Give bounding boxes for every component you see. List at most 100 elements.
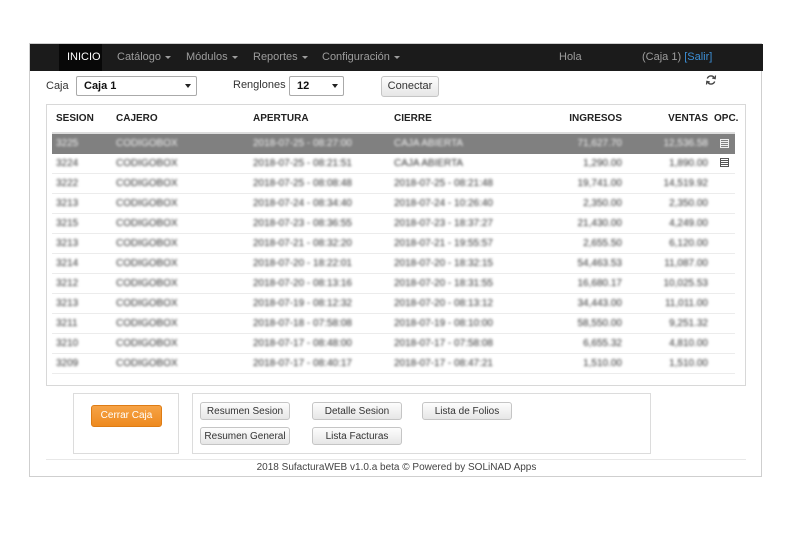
close-register-box: Cerrar Caja <box>73 393 179 454</box>
row-cajero-text: CODIGOBOX <box>116 217 178 229</box>
row-cierre: 2018-07-24 - 10:26:40 <box>390 193 528 214</box>
row-cierre: 2018-07-17 - 08:47:21 <box>390 353 528 374</box>
row-ingresos-text: 19,741.00 <box>577 177 623 189</box>
lista-folios-button[interactable]: Lista de Folios <box>422 402 512 420</box>
close-register-button[interactable]: Cerrar Caja <box>91 405 162 427</box>
row-cierre: 2018-07-20 - 08:13:12 <box>390 293 528 314</box>
row-ventas-text: 2,350.00 <box>669 197 708 209</box>
row-ingresos: 16,680.17 <box>528 273 628 294</box>
nav-configuracion[interactable]: Configuración <box>322 44 400 71</box>
row-sesion: 3222 <box>52 173 112 194</box>
row-sesion: 3215 <box>52 213 112 234</box>
row-apertura-text: 2018-07-18 - 07:58:08 <box>253 317 352 329</box>
caja-select[interactable]: Caja 1 <box>76 76 197 96</box>
row-ingresos-text: 1,510.00 <box>583 357 622 369</box>
row-sesion-text: 3212 <box>56 277 79 289</box>
row-apertura-text: 2018-07-25 - 08:27:00 <box>253 137 352 149</box>
table-row[interactable]: 3222 CODIGOBOX 2018-07-25 - 08:08:48 2018-0… <box>52 173 735 194</box>
nav-catalogo-label: Catálogo <box>117 51 162 63</box>
table-row[interactable]: 3225 CODIGOBOX 2018-07-25 - 08:27:00 CAJA A… <box>52 133 735 154</box>
table-row[interactable]: 3209 CODIGOBOX 2018-07-17 - 08:40:17 2018-0… <box>52 353 735 374</box>
row-apertura: 2018-07-19 - 08:12:32 <box>249 293 390 314</box>
row-opc <box>714 133 735 154</box>
resumen-sesion-button[interactable]: Resumen Sesion <box>200 402 290 420</box>
row-sesion-text: 3214 <box>56 257 79 269</box>
row-cierre-text: 2018-07-25 - 08:21:48 <box>394 177 493 189</box>
header-apertura[interactable]: APERTURA <box>249 105 390 134</box>
row-ventas: 1,890.00 <box>628 153 714 174</box>
table-row[interactable]: 3212 CODIGOBOX 2018-07-20 - 08:13:16 2018-0… <box>52 273 735 294</box>
row-cierre-text: CAJA ABIERTA <box>394 157 464 169</box>
row-cierre-text: 2018-07-24 - 10:26:40 <box>394 197 493 209</box>
row-cierre-text: 2018-07-20 - 08:13:12 <box>394 297 493 309</box>
row-cierre: 2018-07-25 - 08:21:48 <box>390 173 528 194</box>
row-opc <box>714 213 735 234</box>
connect-button[interactable]: Conectar <box>381 76 439 97</box>
table-row[interactable]: 3215 CODIGOBOX 2018-07-23 - 08:36:55 2018-0… <box>52 213 735 234</box>
row-cajero: CODIGOBOX <box>112 213 249 234</box>
row-cierre: CAJA ABIERTA <box>390 133 528 154</box>
row-ingresos: 6,655.32 <box>528 333 628 354</box>
table-row[interactable]: 3210 CODIGOBOX 2018-07-17 - 08:48:00 2018-0… <box>52 333 735 354</box>
nav-catalogo[interactable]: Catálogo <box>117 44 172 71</box>
row-cajero-text: CODIGOBOX <box>116 177 178 189</box>
nav-configuracion-label: Configuración <box>322 51 390 63</box>
row-ventas-text: 11,011.00 <box>664 297 708 309</box>
row-ingresos-text: 54,463.53 <box>577 257 623 269</box>
renglones-select-value: 12 <box>297 80 310 92</box>
nav-reportes[interactable]: Reportes <box>253 44 308 71</box>
row-cajero: CODIGOBOX <box>112 153 249 174</box>
table-row[interactable]: 3213 CODIGOBOX 2018-07-24 - 08:34:40 2018-0… <box>52 193 735 214</box>
nav-modulos[interactable]: Módulos <box>186 44 238 71</box>
row-ventas: 4,810.00 <box>628 333 714 354</box>
header-ventas[interactable]: VENTAS <box>628 105 714 134</box>
reports-box: Resumen Sesion Detalle Sesion Lista de F… <box>192 393 651 454</box>
row-cajero: CODIGOBOX <box>112 313 249 334</box>
header-cajero[interactable]: CAJERO <box>112 105 249 134</box>
row-ingresos: 21,430.00 <box>528 213 628 234</box>
detalle-sesion-button[interactable]: Detalle Sesion <box>312 402 402 420</box>
row-cierre: 2018-07-19 - 08:10:00 <box>390 313 528 334</box>
row-ventas-text: 14,519.92 <box>663 177 709 189</box>
resumen-general-button[interactable]: Resumen General <box>200 427 290 445</box>
row-ventas: 2,350.00 <box>628 193 714 214</box>
row-apertura: 2018-07-17 - 08:40:17 <box>249 353 390 374</box>
renglones-label: Renglones <box>233 79 286 91</box>
sessions-table: SESION CAJERO APERTURA CIERRE INGRESOS V… <box>52 105 738 374</box>
row-ventas: 9,251.32 <box>628 313 714 334</box>
row-ingresos-text: 1,290.00 <box>583 157 622 169</box>
renglones-select[interactable]: 12 <box>289 76 344 96</box>
list-icon[interactable] <box>720 138 729 148</box>
table-row[interactable]: 3213 CODIGOBOX 2018-07-19 - 08:12:32 2018-0… <box>52 293 735 314</box>
row-apertura-text: 2018-07-19 - 08:12:32 <box>253 297 352 309</box>
row-sesion-text: 3210 <box>56 337 79 349</box>
refresh-icon[interactable] <box>705 74 717 86</box>
header-sesion[interactable]: SESION <box>52 105 112 134</box>
nav-inicio-label: INICIO <box>67 51 101 63</box>
sessions-table-panel: SESION CAJERO APERTURA CIERRE INGRESOS V… <box>46 104 746 386</box>
row-ingresos-text: 2,655.50 <box>583 237 622 249</box>
row-ingresos: 71,627.70 <box>528 133 628 154</box>
row-apertura-text: 2018-07-21 - 08:32:20 <box>253 237 352 249</box>
table-row[interactable]: 3211 CODIGOBOX 2018-07-18 - 07:58:08 2018-0… <box>52 313 735 334</box>
row-cajero: CODIGOBOX <box>112 333 249 354</box>
row-opc <box>714 253 735 274</box>
row-opc <box>714 333 735 354</box>
header-ingresos[interactable]: INGRESOS <box>528 105 628 134</box>
row-apertura-text: 2018-07-17 - 08:48:00 <box>253 337 352 349</box>
lista-facturas-button[interactable]: Lista Facturas <box>312 427 402 445</box>
table-row[interactable]: 3214 CODIGOBOX 2018-07-20 - 18:22:01 2018-0… <box>52 253 735 274</box>
row-ventas-text: 6,120.00 <box>669 237 708 249</box>
row-cajero: CODIGOBOX <box>112 133 249 154</box>
nav-inicio[interactable]: INICIO <box>59 44 102 71</box>
table-row[interactable]: 3224 CODIGOBOX 2018-07-25 - 08:21:51 CAJA A… <box>52 153 735 174</box>
row-opc <box>714 293 735 314</box>
row-ingresos: 2,655.50 <box>528 233 628 254</box>
header-cierre[interactable]: CIERRE <box>390 105 528 134</box>
table-row[interactable]: 3213 CODIGOBOX 2018-07-21 - 08:32:20 2018-0… <box>52 233 735 254</box>
logout-link[interactable]: [Salir] <box>684 51 712 63</box>
row-ventas: 6,120.00 <box>628 233 714 254</box>
footer-text: 2018 SufacturaWEB v1.0.a beta © Powered … <box>256 462 537 473</box>
list-icon[interactable] <box>720 158 729 168</box>
row-cierre: 2018-07-21 - 19:55:57 <box>390 233 528 254</box>
